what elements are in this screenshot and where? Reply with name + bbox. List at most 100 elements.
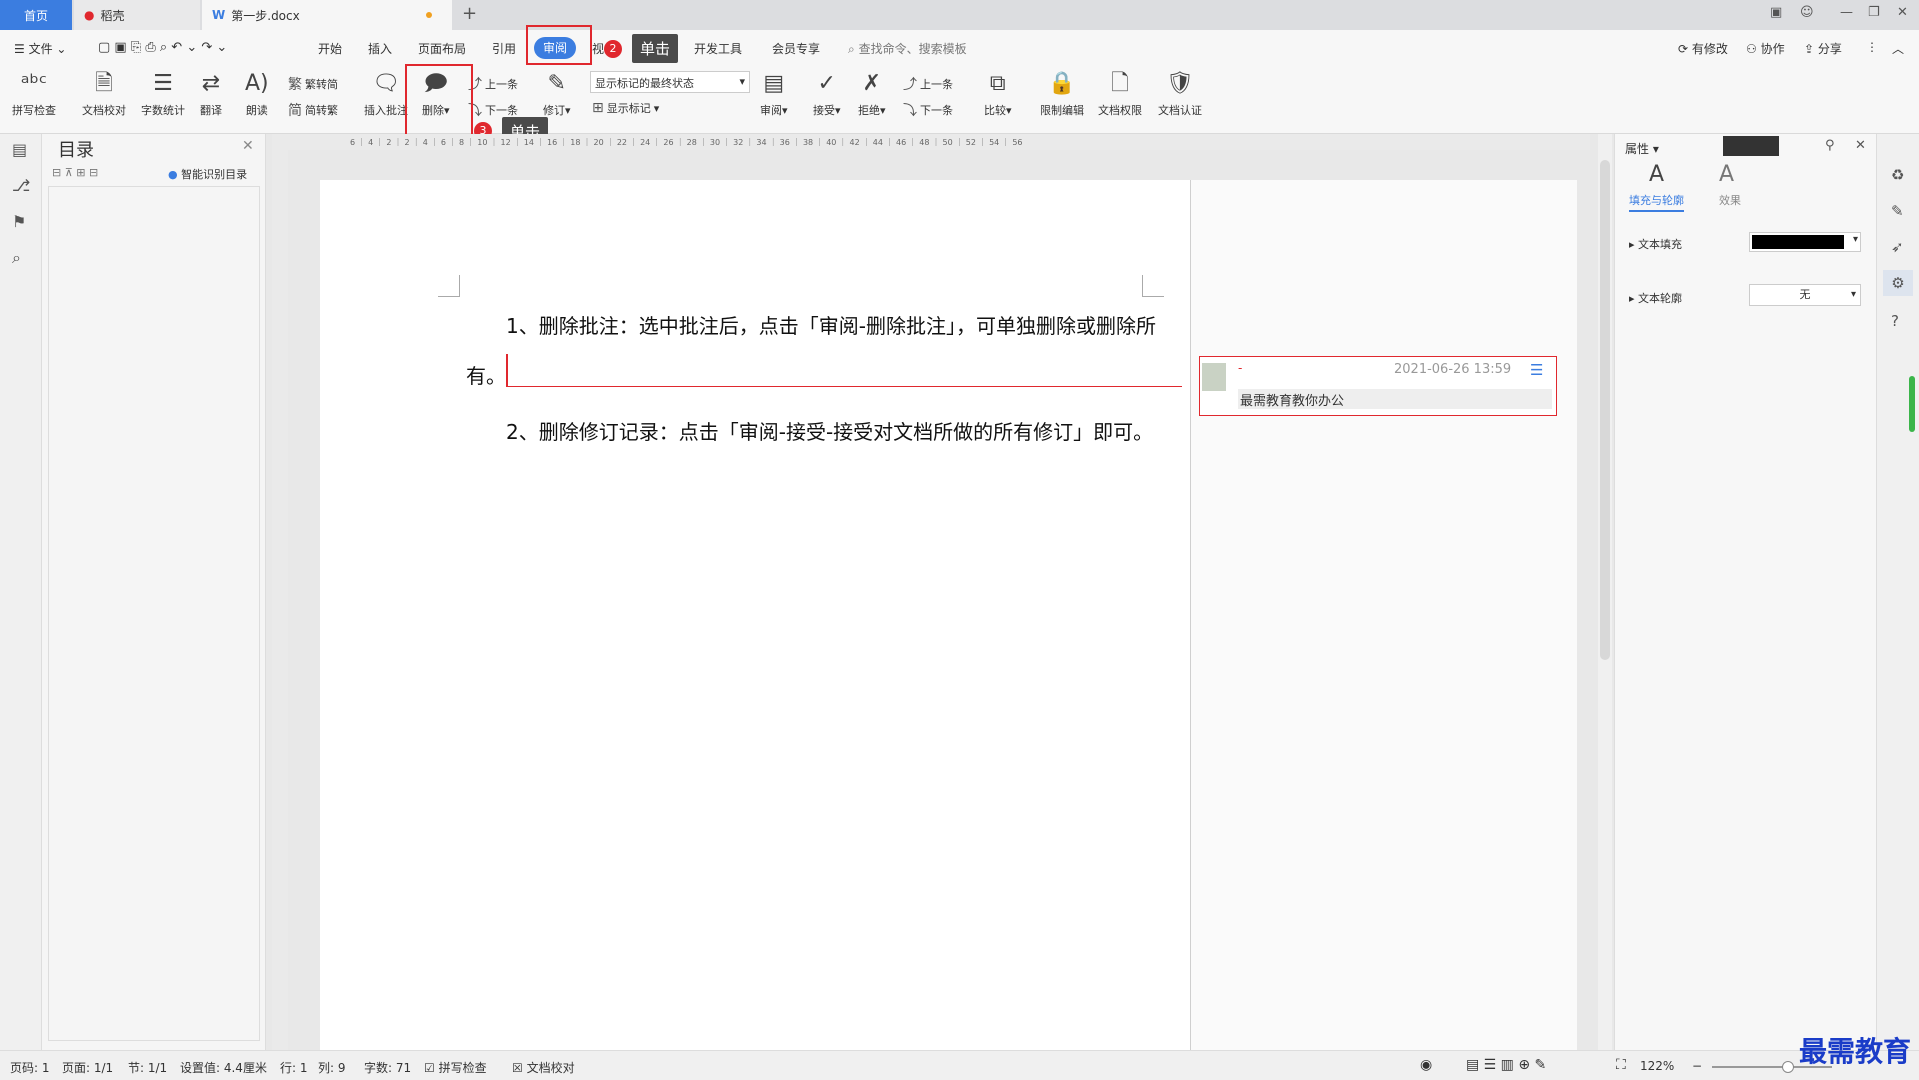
text-outline-section[interactable]: ▸ 文本轮廓 [1629, 290, 1682, 306]
avatar[interactable]: ☺ [1800, 5, 1814, 20]
accept-label-wrap: 接受▾ [813, 104, 841, 117]
certificate-icon: 🛡 [1166, 71, 1194, 96]
paragraph-1-line-2[interactable]: 有。 [466, 360, 506, 389]
close-icon[interactable]: ✕ [242, 138, 254, 154]
status-row[interactable]: 行: 1 [280, 1059, 308, 1076]
status-setting[interactable]: 设置值: 4.4厘米 [180, 1059, 267, 1076]
comment-card[interactable]: - 2021-06-26 13:59 ☰ 最需教育教你办公 [1199, 356, 1557, 416]
cursor-icon[interactable]: ➶ [1891, 238, 1904, 256]
read-aloud-button[interactable]: A) 朗读 [245, 70, 269, 118]
collab-button[interactable]: ⚇ 协作 [1746, 40, 1785, 57]
bookmark-icon[interactable]: ⚑ [12, 212, 26, 231]
more-icon[interactable]: ⋮ [1866, 40, 1878, 54]
close-window-icon[interactable]: ✕ [1897, 5, 1908, 20]
paragraph-2[interactable]: 2、删除修订记录：点击「审阅-接受-接受对文档所做的所有修订」即可。 [506, 416, 1153, 445]
add-tab-button[interactable]: + [462, 3, 477, 24]
toc-icon[interactable]: ▤ [12, 140, 27, 159]
search-icon[interactable]: ⌕ [12, 248, 21, 268]
menu-member[interactable]: 会员专享 [772, 40, 820, 57]
view-mode-icons[interactable]: ▤ ☰ ▥ ⊕ ✎ [1466, 1057, 1546, 1073]
status-col[interactable]: 列: 9 [318, 1059, 346, 1076]
props-title[interactable]: 属性 ▾ [1625, 140, 1659, 157]
tab-document[interactable]: W 第一步.docx [202, 0, 452, 30]
quick-access-icons[interactable]: ▢ ▣ ⎘ ⎙ ⌕ ↶ ⌄ ↷ ⌄ [98, 40, 227, 55]
show-markup-icon: ⊞ [592, 100, 604, 116]
compare-button[interactable]: ⧉ 比较▾ [984, 70, 1012, 118]
insert-comment-button[interactable]: 🗨 插入批注 [364, 70, 408, 118]
zoom-slider-handle[interactable] [1782, 1061, 1794, 1073]
horizontal-ruler[interactable]: 6 ｜ 4 ｜ 2 ｜ 2 ｜ 4 ｜ 6 ｜ 8 ｜ 10 ｜ 12 ｜ 14… [272, 134, 1590, 150]
smart-toc-button[interactable]: ● 智能识别目录 [168, 166, 247, 182]
menu-devtools[interactable]: 开发工具 [694, 40, 742, 57]
lock-icon: 🔒 [1048, 71, 1076, 96]
restore-icon[interactable]: ❐ [1868, 5, 1880, 20]
tab-effect[interactable]: 效果 [1719, 192, 1741, 208]
status-section[interactable]: 节: 1/1 [128, 1059, 167, 1076]
eye-icon[interactable]: ◉ [1420, 1057, 1432, 1073]
close-icon[interactable]: ✕ [1855, 138, 1866, 153]
comment-menu-icon[interactable]: ☰ [1530, 361, 1543, 379]
doc-permission-button[interactable]: 🗋 文档权限 [1098, 70, 1142, 118]
paragraph-1-line-1[interactable]: 1、删除批注：选中批注后，点击「审阅-删除批注」，可单独删除或删除所 [506, 310, 1156, 339]
style-icon[interactable]: ♻ [1891, 166, 1904, 184]
zoom-level[interactable]: 122% [1640, 1059, 1674, 1073]
toc-tools-icons[interactable]: ⊟ ⊼ ⊞ ⊟ [52, 166, 98, 179]
prev-change-button[interactable]: ⤴ 上一条 [903, 74, 953, 94]
share-button[interactable]: ⇪ 分享 [1804, 40, 1842, 57]
text-outline-select[interactable]: 无 ▾ [1749, 284, 1861, 306]
proofread-button[interactable]: 🗎 文档校对 [82, 70, 126, 118]
review-pane-button[interactable]: ▤ 审阅▾ [760, 70, 788, 118]
command-search[interactable]: ⌕ 查找命令、搜索模板 [848, 40, 967, 57]
reject-button[interactable]: ✗ 拒绝▾ [858, 70, 886, 118]
status-proofread[interactable]: ☒ 文档校对 [512, 1059, 575, 1076]
layout-icon[interactable]: ▣ [1770, 5, 1782, 20]
status-words[interactable]: 字数: 71 [364, 1059, 411, 1076]
accept-button[interactable]: ✓ 接受▾ [813, 70, 841, 118]
prev-comment-button[interactable]: ⤴ 上一条 [468, 74, 518, 94]
translate-button[interactable]: ⇄ 翻译 [200, 70, 222, 118]
tab-docer[interactable]: ● 稻壳 [74, 0, 200, 30]
text-outline-label: 文本轮廓 [1638, 292, 1683, 305]
text-fill-section[interactable]: ▸ 文本填充 [1629, 236, 1682, 252]
comment-text[interactable]: 最需教育教你办公 [1238, 389, 1552, 409]
restrict-edit-button[interactable]: 🔒 限制编辑 [1040, 70, 1084, 118]
status-pages[interactable]: 页面: 1/1 [62, 1059, 113, 1076]
text-fill-color-picker[interactable]: ▾ [1749, 232, 1861, 252]
markup-state-select[interactable]: 显示标记的最终状态 ▾ [590, 71, 750, 93]
menu-reference[interactable]: 引用 [492, 40, 516, 57]
vertical-scrollbar[interactable] [1598, 134, 1612, 1050]
menu-view[interactable]: 视 [592, 40, 604, 57]
properties-icon[interactable]: ⚙ [1883, 270, 1913, 296]
menu-start[interactable]: 开始 [318, 40, 342, 57]
word-count-button[interactable]: ☰ 字数统计 [141, 70, 185, 118]
show-markup-button[interactable]: ⊞ 显示标记 ▾ [592, 100, 659, 116]
pen-icon[interactable]: ✎ [1891, 202, 1904, 220]
menu-insert[interactable]: 插入 [368, 40, 392, 57]
help-icon[interactable]: ? [1891, 312, 1899, 330]
trad-to-simp-button[interactable]: 繁繁转简 [288, 74, 338, 94]
status-page[interactable]: 页码: 1 [10, 1059, 50, 1076]
simp-to-trad-button[interactable]: 简简转繁 [288, 100, 338, 120]
menu-layout[interactable]: 页面布局 [418, 40, 466, 57]
zoom-out-icon[interactable]: − [1692, 1059, 1702, 1073]
spell-check-button[interactable]: ᵃᵇᶜ 拼写检查 [12, 70, 56, 118]
minimize-icon[interactable]: — [1840, 5, 1853, 20]
fit-page-icon[interactable]: ⛶ [1616, 1057, 1626, 1073]
chevron-down-icon: ▾ [1852, 234, 1858, 245]
scroll-thumb[interactable] [1600, 160, 1610, 660]
doc-cert-button[interactable]: 🛡 文档认证 [1158, 70, 1202, 118]
modified-button[interactable]: ⟳ 有修改 [1678, 40, 1728, 57]
tab-home[interactable]: 首页 [0, 0, 72, 30]
next-change-button[interactable]: ⤵ 下一条 [903, 100, 953, 120]
collapse-ribbon-icon[interactable]: ︿ [1892, 40, 1904, 57]
navigation-icon[interactable]: ⎇ [12, 176, 30, 195]
status-spell-check[interactable]: ☑ 拼写检查 [424, 1059, 487, 1076]
file-menu[interactable]: ☰ 文件 ⌄ [14, 40, 66, 57]
track-changes-button[interactable]: ✎ 修订▾ [543, 70, 571, 118]
comment-author: - [1238, 361, 1243, 375]
fill-color-swatch [1752, 235, 1844, 249]
pin-icon[interactable]: ⚲ [1825, 138, 1835, 153]
revise-label: 修订 [543, 104, 565, 117]
tab-fill-outline[interactable]: 填充与轮廓 [1629, 192, 1684, 212]
vertical-ruler[interactable] [272, 150, 288, 1050]
